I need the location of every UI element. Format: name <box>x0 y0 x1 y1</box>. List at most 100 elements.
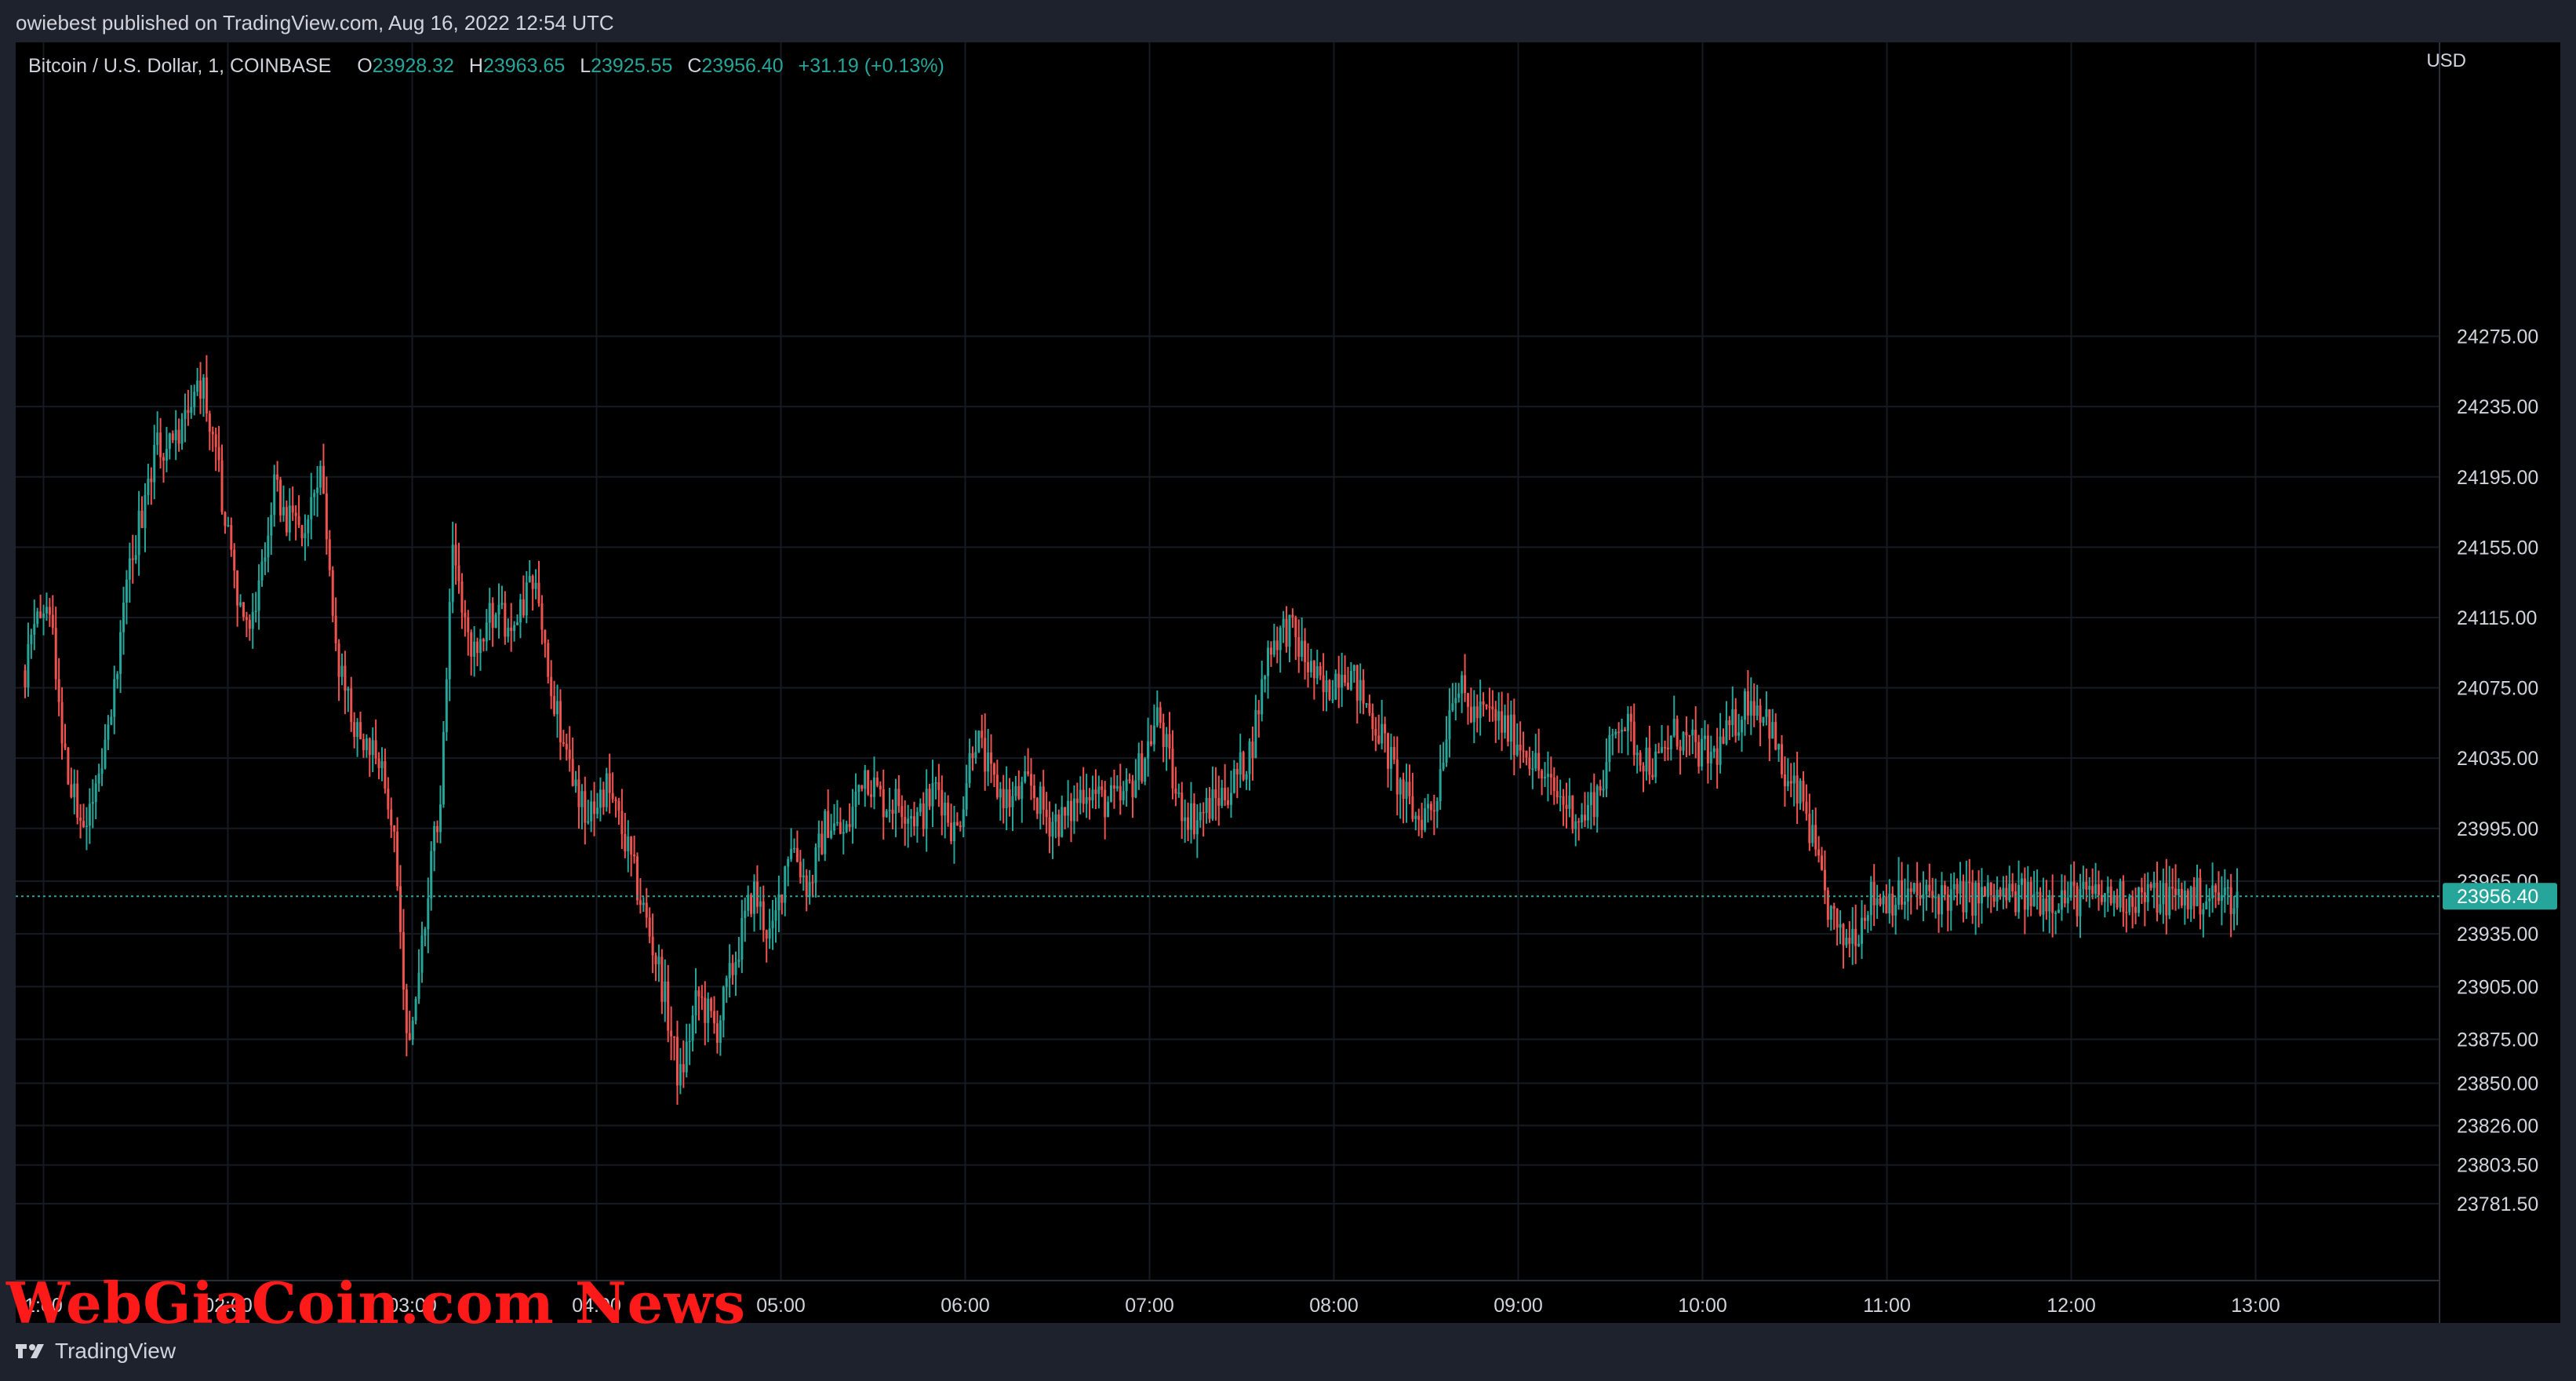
candle-body <box>1152 725 1155 745</box>
candle-body <box>267 535 270 558</box>
candle <box>233 543 236 588</box>
y-tick-label: 24195.00 <box>2457 467 2538 489</box>
candle <box>2100 880 2103 905</box>
candle-body <box>1552 777 1555 792</box>
candle-body <box>365 738 368 750</box>
candle <box>1107 796 1110 818</box>
candle <box>1248 738 1251 791</box>
candle <box>473 625 476 677</box>
candle-body <box>1703 735 1706 739</box>
candle <box>328 530 331 577</box>
candle <box>1581 803 1584 829</box>
candle-body <box>722 986 725 1021</box>
candle-body <box>2116 895 2119 908</box>
candle <box>491 597 494 647</box>
candle-body <box>1054 814 1057 822</box>
candle-body <box>660 956 664 1002</box>
candle <box>476 637 479 667</box>
candle <box>1152 704 1155 752</box>
candle <box>574 771 577 793</box>
candle <box>2082 865 2085 900</box>
candle-body <box>2143 892 2146 902</box>
candle-body <box>500 603 504 605</box>
candle <box>707 992 710 1043</box>
candle-body <box>981 731 984 738</box>
candle-body <box>1497 711 1501 721</box>
candle <box>1629 705 1632 742</box>
candle <box>1488 687 1491 722</box>
candle <box>1134 759 1137 799</box>
candle-body <box>925 789 928 829</box>
candle-body <box>390 809 393 825</box>
candle-body <box>1952 884 1956 890</box>
candle <box>1555 775 1559 804</box>
candle-body <box>2011 884 2014 892</box>
price-chart[interactable]: 24275.00 24235.00 24195.00 24155.00 24115.00… <box>16 42 2560 1323</box>
candle-body <box>694 990 697 1016</box>
candle <box>550 660 553 709</box>
candle-body <box>304 533 307 539</box>
candle <box>1781 734 1784 778</box>
candle <box>617 797 620 825</box>
candle <box>1756 684 1759 721</box>
candle <box>1359 663 1362 714</box>
candle <box>2014 883 2018 916</box>
candle-body <box>1654 751 1657 778</box>
candle <box>922 792 925 837</box>
candle-body <box>1882 896 1885 905</box>
candle-body <box>691 1015 694 1041</box>
candle <box>1688 734 1691 756</box>
candle-body <box>1184 817 1187 822</box>
candle-body <box>817 833 820 848</box>
candle-body <box>941 789 944 816</box>
candle <box>384 749 387 794</box>
candle <box>1426 793 1429 823</box>
candle <box>679 1048 682 1095</box>
candle <box>1192 793 1195 840</box>
candle <box>1682 731 1685 756</box>
candle-body <box>1405 782 1408 800</box>
x-tick-label: 07:00 <box>1125 1295 1174 1317</box>
candle-body <box>1734 709 1737 736</box>
candle-body <box>473 641 476 657</box>
price-axis[interactable]: 24275.00 24235.00 24195.00 24155.00 24115.00… <box>2439 42 2538 1323</box>
candle-body <box>984 738 987 772</box>
candle <box>2192 876 2196 919</box>
candle <box>851 789 854 844</box>
candle-body <box>2137 887 2140 913</box>
candle <box>214 427 217 472</box>
candle-body <box>795 847 799 862</box>
chart-panel[interactable]: 24275.00 24235.00 24195.00 24155.00 24115.00… <box>16 42 2560 1323</box>
candle-body <box>888 810 891 811</box>
candle-body <box>1107 801 1110 818</box>
candle-body <box>368 738 371 756</box>
candle <box>1962 874 1965 923</box>
candle <box>608 753 611 814</box>
candle-body <box>1464 675 1467 694</box>
candle <box>747 885 750 917</box>
candle-body <box>2058 909 2061 913</box>
candle <box>941 775 944 836</box>
candle-body <box>1402 779 1405 800</box>
candle-body <box>350 688 353 723</box>
candle-body <box>952 822 955 842</box>
candle-body <box>2223 887 2226 895</box>
candle <box>820 821 824 855</box>
candle-body <box>574 779 577 786</box>
candle-body <box>1272 640 1275 655</box>
candle <box>577 765 580 829</box>
candle <box>1759 698 1762 747</box>
candle <box>1110 777 1113 803</box>
low-value: 23925.55 <box>591 55 673 77</box>
tradingview-logo[interactable]: TradingView <box>16 1339 176 1364</box>
candle <box>156 411 159 455</box>
candle <box>744 897 747 942</box>
candle <box>2196 864 2199 907</box>
candle-body <box>2005 887 2008 901</box>
candle-body <box>2146 884 2149 902</box>
candle-body <box>897 789 901 807</box>
candle <box>1202 802 1205 837</box>
candle <box>1082 767 1085 813</box>
candle-body <box>2220 895 2223 902</box>
candle <box>977 730 981 753</box>
